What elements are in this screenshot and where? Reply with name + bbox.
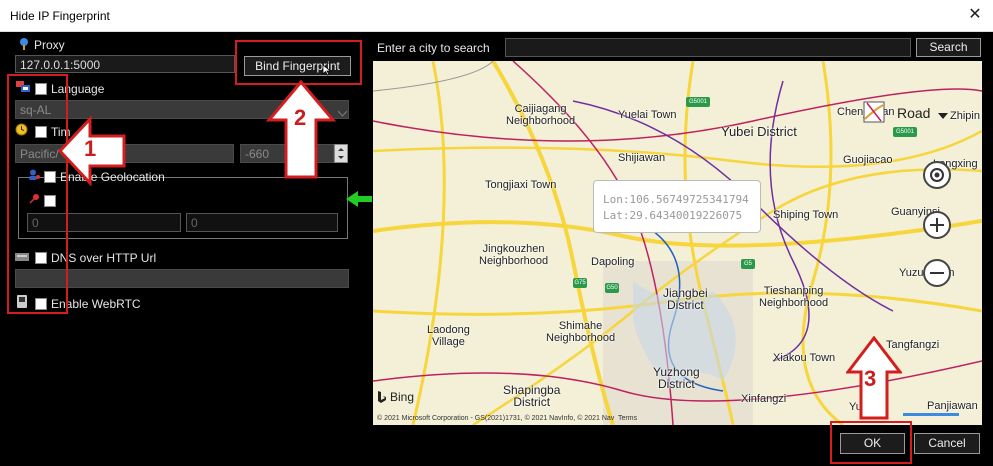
zoom-in-icon[interactable] (923, 211, 951, 239)
dialog-body: Proxy 127.0.0.1:5000 Bind Fingerprint La… (0, 32, 993, 466)
map-place-label: Shijiawan (618, 152, 666, 164)
map-place-label: Tongjiaxi Town (485, 179, 557, 191)
highway-badge: G50 (605, 283, 619, 293)
highway-badge: G5001 (893, 127, 917, 137)
coordinate-popup: Lon:106.56749725341794 Lat:29.6434001922… (593, 180, 761, 233)
locate-me-icon[interactable] (923, 161, 951, 189)
map-pin-icon (18, 37, 30, 54)
map-place-label: Shapingba District (503, 383, 561, 409)
map-place-label: Yuzhong District (653, 365, 700, 391)
map-place-label: Shiping Town (773, 209, 839, 221)
map-place-label: Xinfangzi (741, 393, 787, 405)
map-place-label: Xiakou Town (773, 352, 836, 364)
map-place-label: Shimahe Neighborhood (546, 320, 616, 344)
city-search-input[interactable] (505, 38, 911, 57)
annotation-arrow-up (265, 79, 337, 183)
title-bar: Hide IP Fingerprint ✕ (0, 0, 993, 32)
map-place-label: Jingkouzhen Neighborhood (479, 243, 549, 267)
close-icon[interactable]: ✕ (965, 5, 985, 25)
window-title: Hide IP Fingerprint (10, 9, 110, 23)
highway-badge: G5 (741, 259, 755, 269)
map-place-label: Yubei District (721, 124, 797, 139)
annotation-box-1 (7, 74, 68, 314)
map-copyright: © 2021 Microsoft Corporation - GS(2021)1… (377, 415, 638, 422)
map-place-label: Panjiawan (927, 400, 978, 412)
offset-stepper[interactable] (334, 144, 348, 163)
annotation-number-3: 3 (864, 366, 877, 391)
city-search-label: Enter a city to search (377, 41, 490, 55)
map-place-label: Tieshanping Neighborhood (759, 285, 829, 309)
latitude-readout: Lat:29.64340019226075 (603, 209, 743, 222)
annotation-number-1: 1 (84, 136, 97, 161)
map-place-label: Zhipin (950, 110, 980, 122)
annotation-number-2: 2 (294, 105, 307, 130)
annotation-box-2 (235, 40, 362, 85)
cancel-button[interactable]: Cancel (914, 433, 980, 454)
green-arrow-icon (346, 191, 372, 210)
map-place-label: Laodong Village (427, 324, 470, 348)
highway-badge: G75 (573, 278, 587, 288)
map-scale-bar (903, 413, 959, 416)
map-style-label[interactable]: Road (897, 106, 930, 120)
map-place-label: Guojiacao (843, 154, 893, 166)
map-place-label: Dapoling (591, 256, 635, 268)
proxy-label: Proxy (34, 38, 65, 52)
zoom-out-icon[interactable] (923, 259, 951, 287)
map-place-label: Caijiagang Neighborhood (506, 103, 576, 127)
bing-brand: Bing (390, 390, 415, 404)
annotation-box-3 (830, 421, 912, 464)
map-place-label: Jiangbei District (663, 286, 708, 312)
map-place-label: Yuelai Town (618, 109, 677, 121)
longitude-readout: Lon:106.56749725341794 (603, 193, 749, 206)
highway-badge: G5001 (686, 97, 710, 107)
search-button[interactable]: Search (916, 38, 981, 57)
longitude-input[interactable]: 0 (186, 213, 338, 232)
proxy-input[interactable]: 127.0.0.1:5000 (15, 55, 235, 73)
chevron-down-icon (337, 106, 348, 120)
